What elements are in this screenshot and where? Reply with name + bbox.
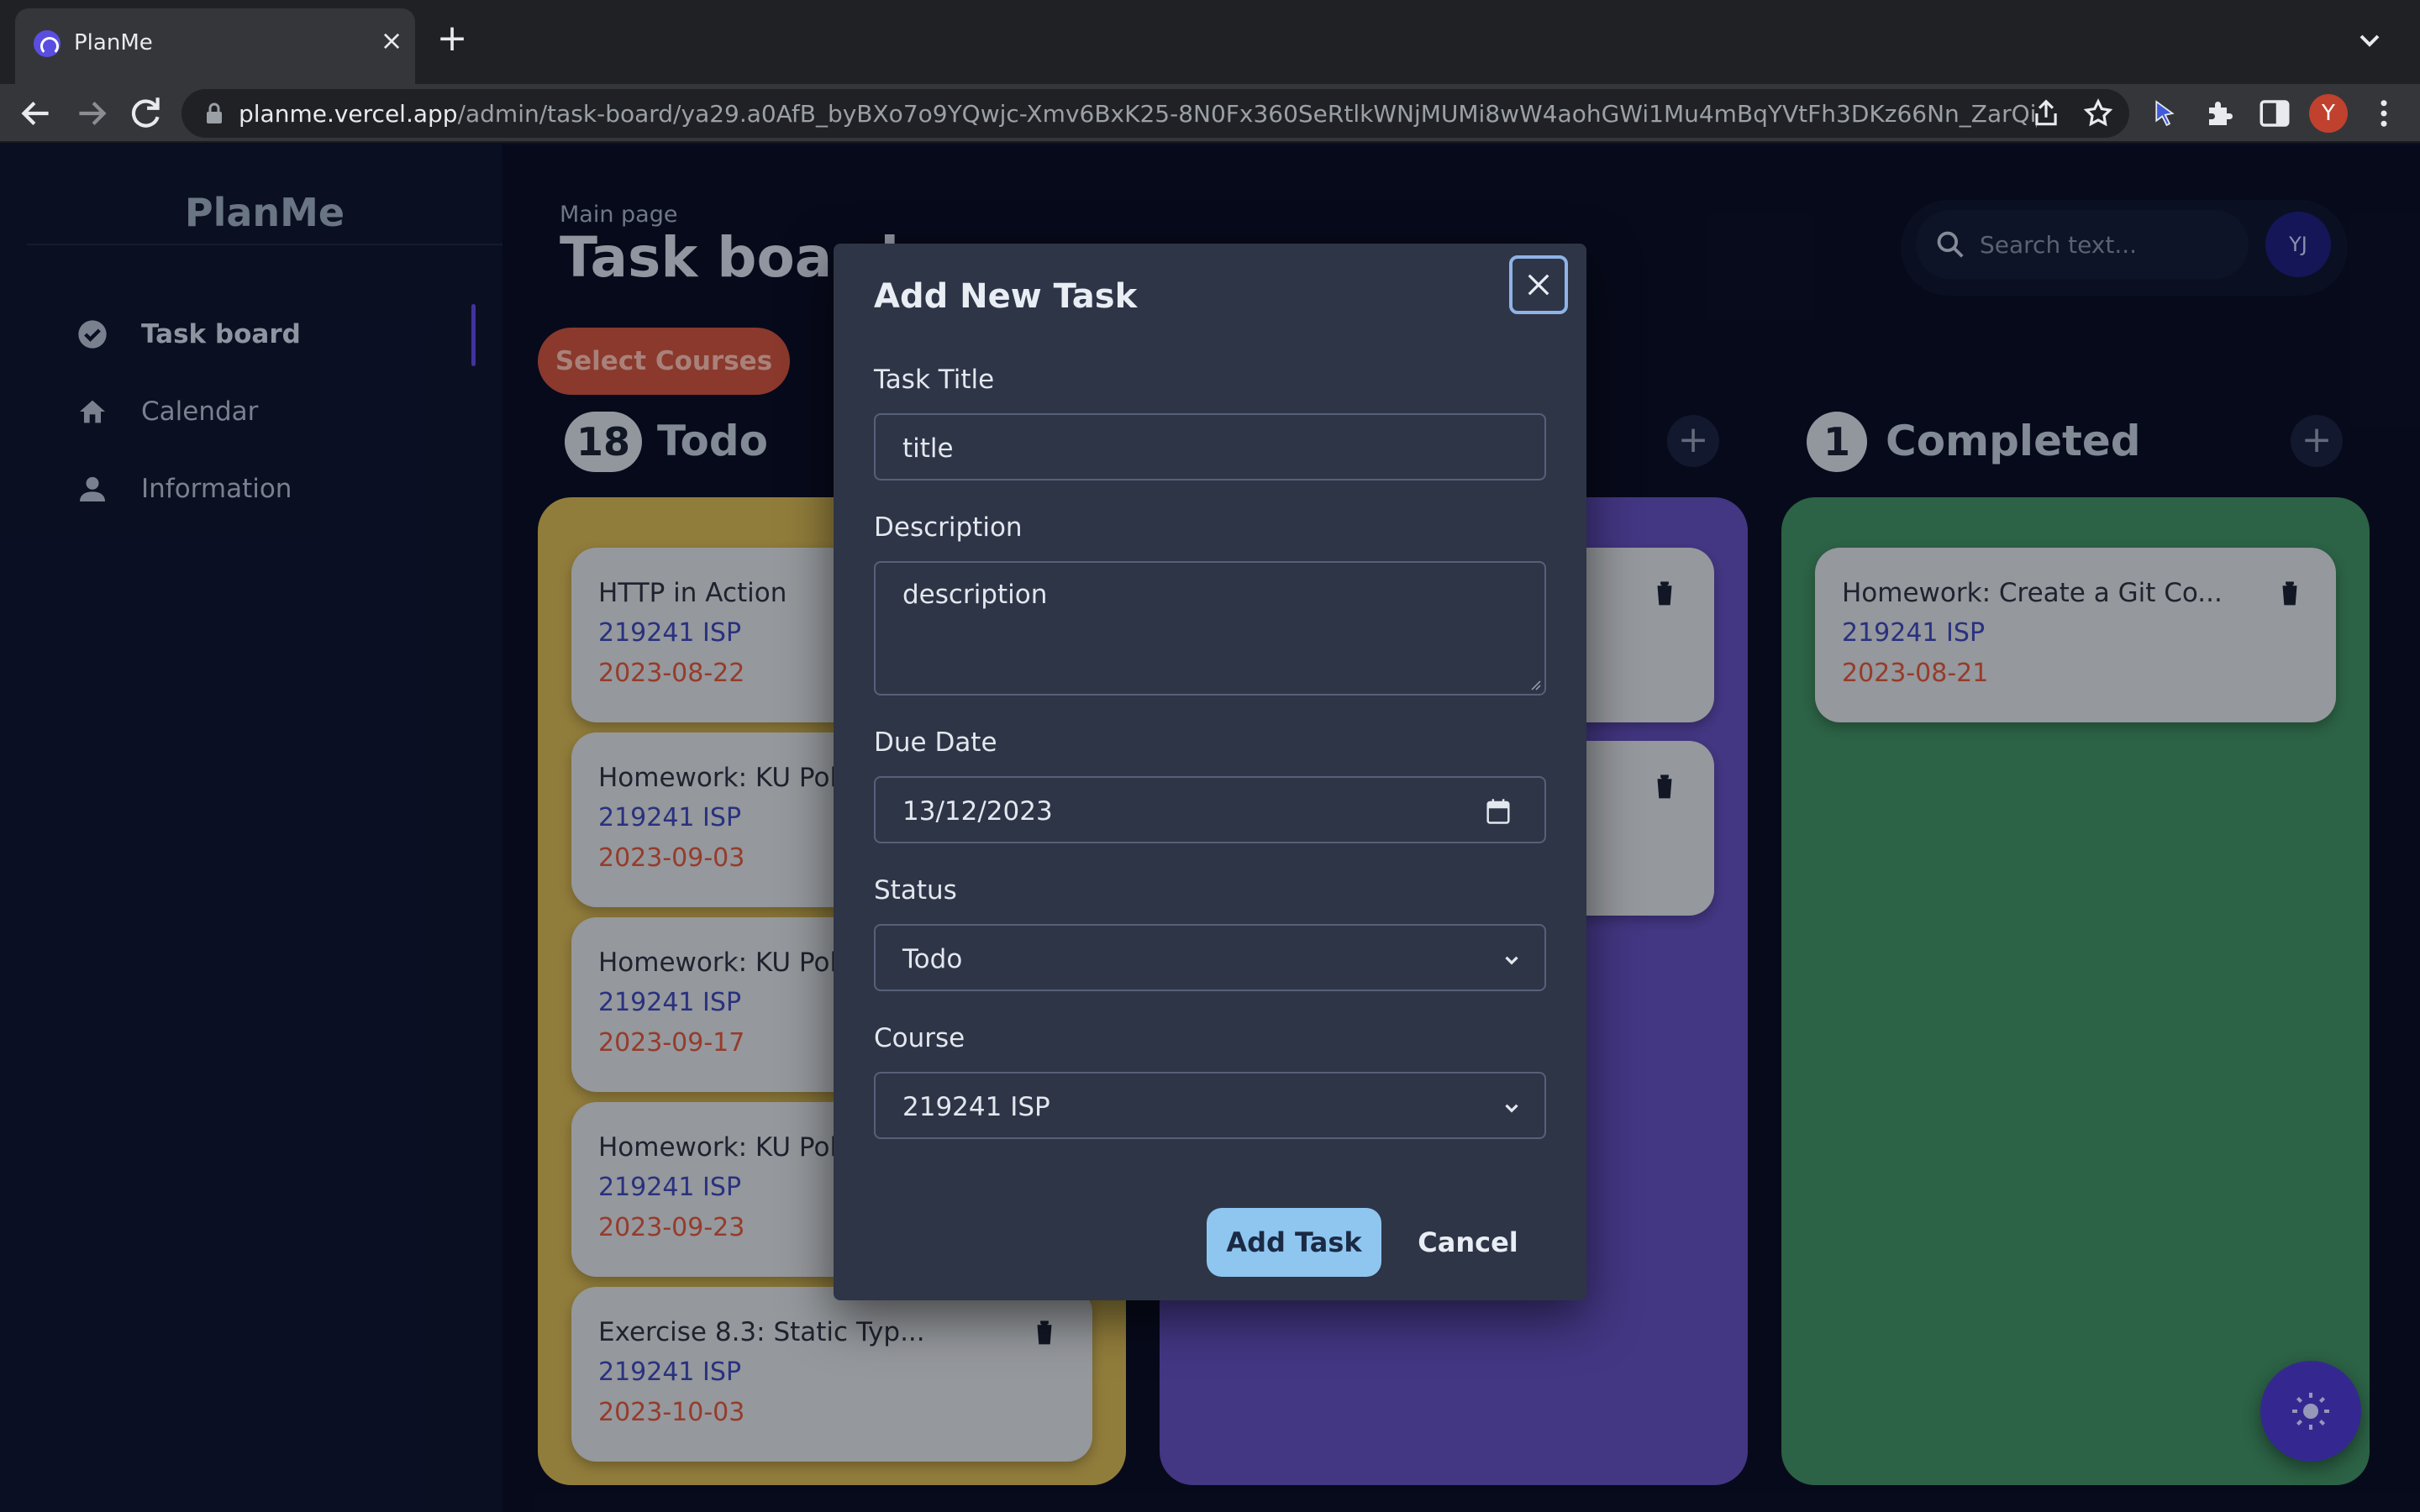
task-title-input[interactable]: title bbox=[874, 413, 1546, 480]
kebab-menu-icon[interactable] bbox=[2366, 96, 2402, 131]
status-select[interactable]: Todo bbox=[874, 924, 1546, 991]
description-textarea[interactable]: description bbox=[874, 561, 1546, 696]
new-tab-button[interactable]: + bbox=[435, 20, 469, 57]
star-icon[interactable] bbox=[2082, 97, 2114, 129]
browser-tab[interactable]: PlanMe × bbox=[15, 8, 415, 84]
cancel-button[interactable]: Cancel bbox=[1413, 1208, 1523, 1277]
profile-avatar-button[interactable]: Y bbox=[2309, 94, 2348, 133]
reload-icon[interactable] bbox=[124, 92, 166, 134]
forward-arrow-icon[interactable] bbox=[71, 92, 113, 134]
chevron-down-icon bbox=[1505, 956, 1518, 965]
share-icon[interactable] bbox=[2030, 97, 2062, 129]
browser-toolbar: planme.vercel.app/admin/task-board/ya29.… bbox=[0, 84, 2420, 143]
task-title-label: Task Title bbox=[874, 365, 995, 395]
browser-tab-strip: PlanMe × + bbox=[0, 0, 2420, 84]
description-value: description bbox=[902, 580, 1048, 610]
due-date-input[interactable]: 13/12/2023 bbox=[874, 776, 1546, 843]
puzzle-icon[interactable] bbox=[2203, 96, 2238, 131]
dialog-title: Add New Task bbox=[874, 277, 1138, 316]
address-bar[interactable]: planme.vercel.app/admin/task-board/ya29.… bbox=[182, 89, 2129, 138]
url-text[interactable]: planme.vercel.app/admin/task-board/ya29.… bbox=[239, 100, 2037, 128]
url-host: planme.vercel.app bbox=[239, 100, 458, 128]
course-value: 219241 ISP bbox=[902, 1092, 1050, 1122]
status-label: Status bbox=[874, 875, 957, 906]
due-date-value: 13/12/2023 bbox=[902, 796, 1053, 827]
tab-close-icon[interactable]: × bbox=[376, 25, 407, 55]
back-arrow-icon[interactable] bbox=[15, 92, 57, 134]
url-path: /admin/task-board/ya29.a0AfB_byBXo7o9YQw… bbox=[457, 100, 2037, 128]
add-task-button[interactable]: Add Task bbox=[1207, 1208, 1381, 1277]
course-label: Course bbox=[874, 1023, 965, 1053]
lock-icon[interactable] bbox=[205, 102, 224, 124]
task-title-value: title bbox=[902, 433, 954, 464]
due-date-label: Due Date bbox=[874, 727, 997, 758]
chevron-down-icon bbox=[1505, 1104, 1518, 1113]
tab-title: PlanMe bbox=[74, 30, 153, 55]
status-value: Todo bbox=[902, 944, 963, 974]
cursor-extension-icon[interactable] bbox=[2146, 96, 2181, 131]
tab-search-icon[interactable] bbox=[2353, 24, 2386, 57]
description-label: Description bbox=[874, 512, 1023, 543]
course-select[interactable]: 219241 ISP bbox=[874, 1072, 1546, 1139]
close-button[interactable] bbox=[1509, 255, 1568, 314]
calendar-icon[interactable] bbox=[1486, 798, 1511, 825]
planme-favicon-icon bbox=[34, 30, 60, 57]
resize-handle-icon[interactable] bbox=[1529, 679, 1541, 690]
add-task-dialog: Add New Task Task Title title Descriptio… bbox=[834, 244, 1586, 1300]
close-icon bbox=[1528, 274, 1549, 296]
side-panel-icon[interactable] bbox=[2257, 96, 2292, 131]
